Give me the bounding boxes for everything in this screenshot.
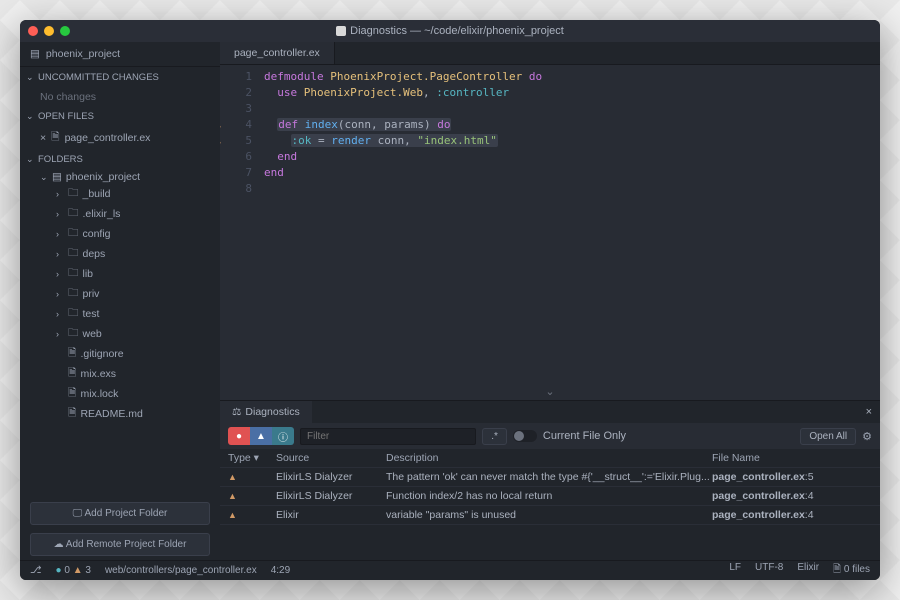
close-panel-button[interactable]: × (858, 402, 880, 422)
info-filter-icon[interactable]: ⓘ (272, 427, 294, 445)
files-count[interactable]: 🗎 0 files (833, 562, 870, 579)
diagnostics-table: Type ▾ Source Description File Name ▲Eli… (220, 449, 880, 560)
cursor-position[interactable]: 4:29 (271, 565, 290, 576)
project-icon: ▤ (30, 48, 40, 60)
editor-tabs: page_controller.ex (220, 42, 880, 65)
statusbar: ⎇ ● 0 ▲ 3 web/controllers/page_controlle… (20, 560, 880, 580)
tree-folder[interactable]: ›🗀web (20, 324, 220, 344)
project-name: phoenix_project (46, 48, 120, 60)
error-filter-icon[interactable]: ● (228, 427, 250, 445)
file-icon: 🗎 (68, 405, 76, 423)
chevron-right-icon: › (56, 309, 64, 319)
language-mode[interactable]: Elixir (797, 562, 819, 579)
folder-icon: 🗀 (68, 225, 79, 243)
add-project-folder-button[interactable]: 🖵 Add Project Folder (30, 502, 210, 525)
diagnostic-row[interactable]: ▲ElixirLS DialyzerThe pattern 'ok' can n… (220, 468, 880, 487)
chevron-down-icon: ⌄ (40, 172, 48, 183)
warning-icon: ▲ (228, 510, 237, 520)
titlebar: Diagnostics — ~/code/elixir/phoenix_proj… (20, 20, 880, 42)
regex-toggle[interactable]: .* (482, 428, 507, 445)
folder-icon: 🗀 (68, 205, 79, 223)
folder-icon: 🗀 (68, 325, 79, 343)
gear-icon[interactable]: ⚙ (862, 430, 872, 443)
sidebar: ▤ phoenix_project ⌄ UNCOMMITTED CHANGES … (20, 42, 220, 560)
tree-root[interactable]: ⌄ ▤ phoenix_project (20, 170, 220, 184)
tree-folder[interactable]: ›🗀lib (20, 264, 220, 284)
file-icon: 🗎 (51, 129, 59, 147)
panel-collapse-button[interactable]: ⌄ (220, 383, 880, 400)
open-all-button[interactable]: Open All (800, 428, 856, 445)
file-icon: 🗎 (68, 345, 76, 363)
chevron-down-icon: ⌄ (26, 72, 34, 83)
add-remote-project-button[interactable]: ☁ Add Remote Project Folder (30, 533, 210, 556)
current-file-label: Current File Only (543, 430, 626, 442)
severity-filter[interactable]: ● ▲ ⓘ (228, 427, 294, 445)
open-file-item[interactable]: × 🗎 page_controller.ex (20, 127, 220, 149)
tree-file[interactable]: 🗎.gitignore (20, 344, 220, 364)
line-ending[interactable]: LF (729, 562, 741, 579)
tree-folder[interactable]: ›🗀config (20, 224, 220, 244)
diagnostics-tab[interactable]: ⚖ Diagnostics (220, 401, 312, 423)
close-icon[interactable]: × (40, 132, 46, 144)
tree-folder[interactable]: ›🗀_build (20, 184, 220, 204)
table-header: Type ▾ Source Description File Name (220, 449, 880, 468)
folder-icon: 🗀 (68, 305, 79, 323)
chevron-right-icon: › (56, 329, 64, 339)
file-path[interactable]: web/controllers/page_controller.ex (105, 565, 257, 576)
chevron-right-icon: › (56, 289, 64, 299)
gutter: 1 2 3 4 5 6 7 8 (220, 65, 260, 383)
warning-icon: ▲ (228, 472, 237, 482)
filter-input[interactable] (300, 428, 476, 445)
folder-icon: 🗀 (68, 285, 79, 303)
chevron-right-icon: › (56, 209, 64, 219)
tree-folder[interactable]: ›🗀.elixir_ls (20, 204, 220, 224)
cloud-icon: ☁ (54, 539, 64, 550)
diagnostics-panel: ⚖ Diagnostics × ● ▲ ⓘ .* Current File On… (220, 400, 880, 560)
tree-file[interactable]: 🗎mix.lock (20, 384, 220, 404)
diagnostics-toolbar: ● ▲ ⓘ .* Current File Only Open All ⚙ (220, 423, 880, 449)
tree-folder[interactable]: ›🗀test (20, 304, 220, 324)
warning-icon: ▲ (228, 491, 237, 501)
error-count[interactable]: ● 0 ▲ 3 (56, 565, 91, 576)
chevron-down-icon: ⌄ (26, 154, 34, 165)
section-folders[interactable]: ⌄ FOLDERS (20, 149, 220, 170)
diagnostic-row[interactable]: ▲ElixirLS DialyzerFunction index/2 has n… (220, 487, 880, 506)
tree-file[interactable]: 🗎README.md (20, 404, 220, 424)
editor-window: Diagnostics — ~/code/elixir/phoenix_proj… (20, 20, 880, 580)
monitor-icon: 🖵 (73, 508, 83, 519)
editor-tab[interactable]: page_controller.ex (220, 42, 335, 64)
tree-folder[interactable]: ›🗀priv (20, 284, 220, 304)
code-editor[interactable]: 1 2 3 4 5 6 7 8 defmodule PhoenixProject… (220, 65, 880, 383)
project-folder-icon: ▤ (52, 171, 62, 183)
editor-area: page_controller.ex 1 2 3 4 5 6 7 8 defmo… (220, 42, 880, 560)
no-changes-label: No changes (20, 88, 220, 106)
file-icon: 🗎 (68, 365, 76, 383)
folder-icon: 🗀 (68, 265, 79, 283)
chevron-right-icon: › (56, 189, 64, 199)
chevron-down-icon: ⌄ (26, 111, 34, 122)
branch-icon[interactable]: ⎇ (30, 565, 42, 576)
window-title: Diagnostics — ~/code/elixir/phoenix_proj… (20, 25, 880, 37)
file-icon (336, 26, 346, 36)
section-uncommitted[interactable]: ⌄ UNCOMMITTED CHANGES (20, 67, 220, 88)
chevron-right-icon: › (56, 269, 64, 279)
diagnostic-row[interactable]: ▲Elixirvariable "params" is unusedpage_c… (220, 506, 880, 525)
section-open-files[interactable]: ⌄ OPEN FILES (20, 106, 220, 127)
project-tab[interactable]: ▤ phoenix_project (20, 42, 220, 67)
chevron-right-icon: › (56, 229, 64, 239)
chevron-right-icon: › (56, 249, 64, 259)
code-content[interactable]: defmodule PhoenixProject.PageController … (260, 65, 542, 383)
file-icon: 🗎 (68, 385, 76, 403)
panel-tabs: ⚖ Diagnostics × (220, 401, 880, 423)
folder-icon: 🗀 (68, 185, 79, 203)
folder-icon: 🗀 (68, 245, 79, 263)
current-file-toggle[interactable] (513, 430, 537, 442)
diagnostics-icon: ⚖ (232, 406, 241, 418)
warning-filter-icon[interactable]: ▲ (250, 427, 272, 445)
tree-folder[interactable]: ›🗀deps (20, 244, 220, 264)
tree-file[interactable]: 🗎mix.exs (20, 364, 220, 384)
encoding[interactable]: UTF-8 (755, 562, 783, 579)
